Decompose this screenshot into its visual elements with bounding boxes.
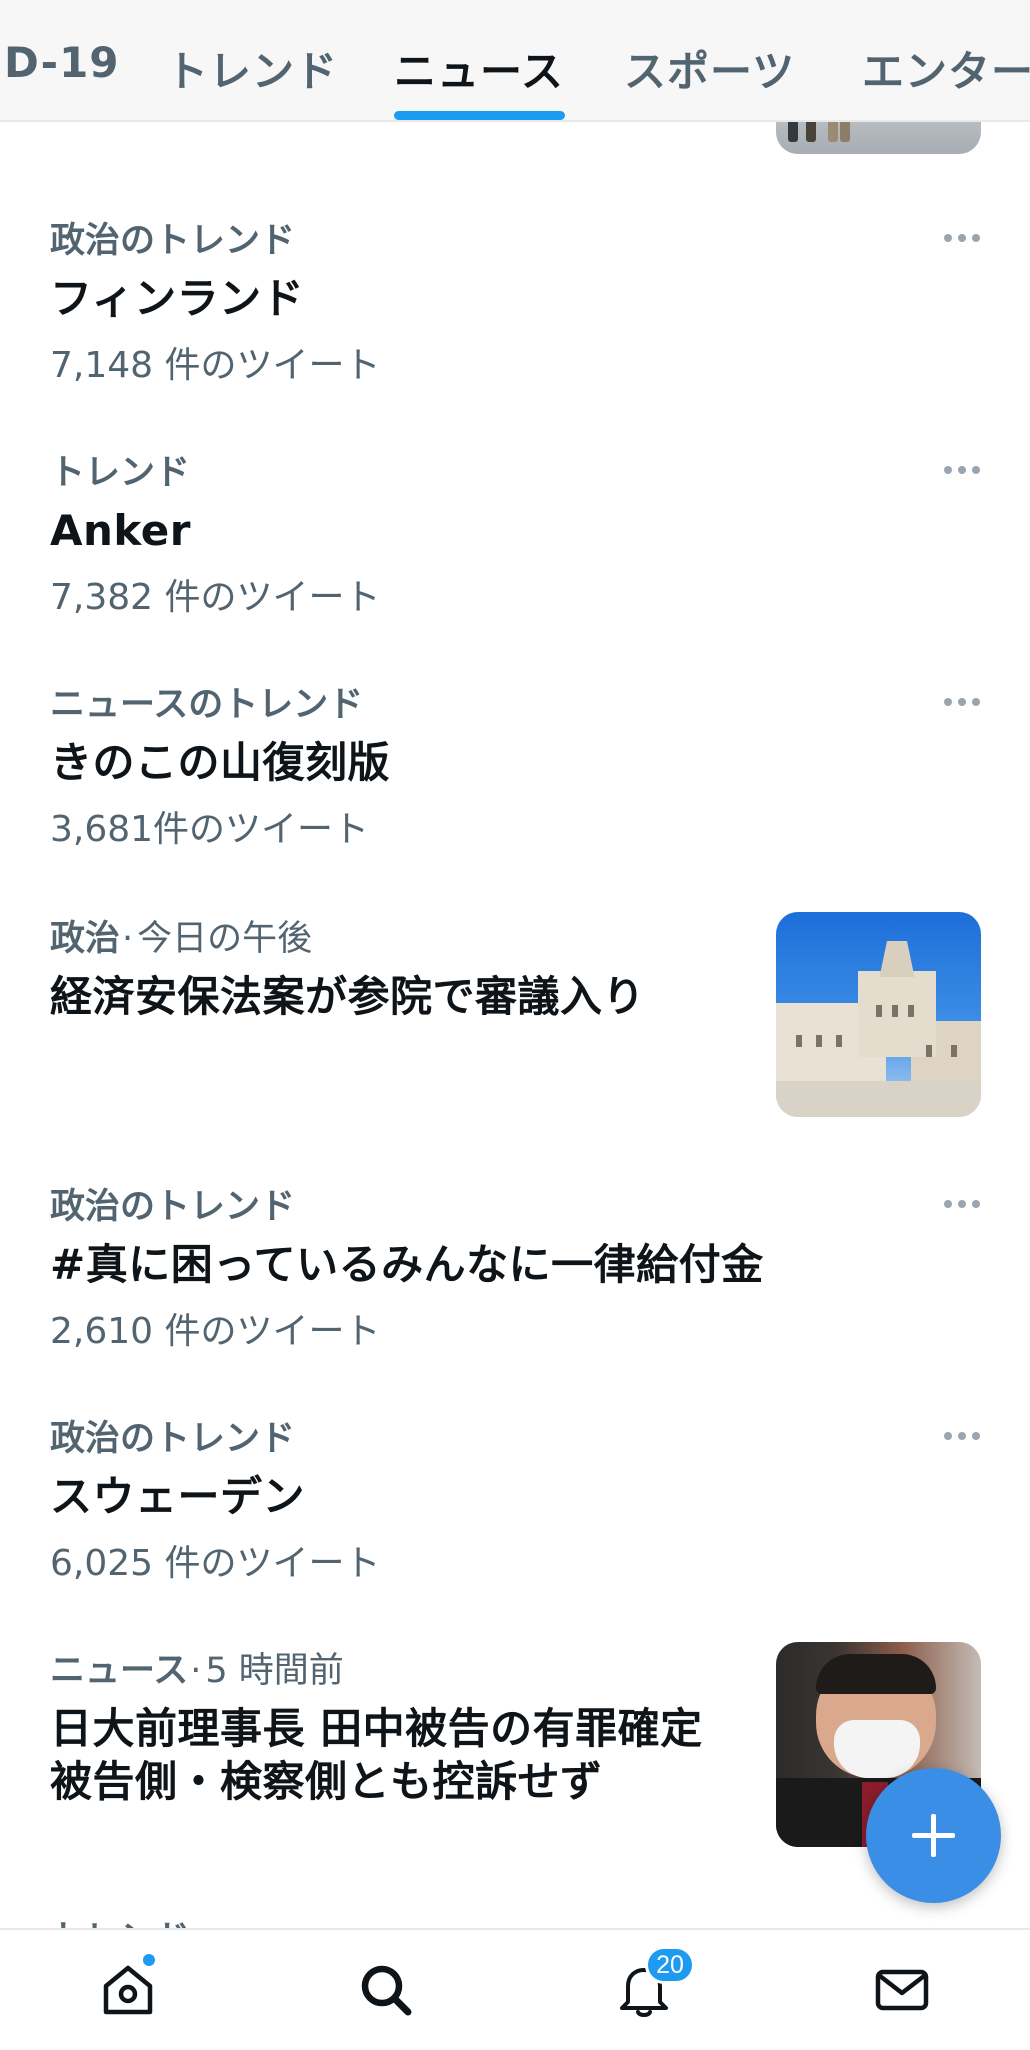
trend-category: トレンド — [50, 453, 191, 493]
tweet-count: 6,025 件のツイート — [50, 1542, 381, 1584]
notifications-badge: 20 — [645, 1946, 695, 1984]
more-options-icon[interactable] — [944, 1430, 980, 1442]
trend-title: Anker — [50, 506, 191, 555]
trend-item[interactable]: ニュースのトレンド きのこの山復刻版 3,681件のツイート — [50, 676, 390, 852]
news-item[interactable]: 政治· 今日の午後 経済安保法案が参院で審議入り — [50, 910, 750, 1024]
search-tab[interactable] — [356, 1960, 416, 2020]
tweet-count: 2,610 件のツイート — [50, 1310, 381, 1352]
trend-item[interactable]: トレンド Anker 7,382 件のツイート — [50, 444, 381, 620]
trend-item[interactable]: 政治のトレンド #真に困っているみんなに一律給付金 2,610 件のツイート — [50, 1178, 764, 1354]
trend-title: フィンランド — [50, 274, 305, 323]
home-tab[interactable] — [98, 1960, 158, 2020]
bottom-navigation: 20 — [0, 1928, 1030, 2050]
trend-category: 政治のトレンド — [50, 1187, 296, 1227]
news-meta: 政治· 今日の午後 — [50, 919, 313, 959]
news-meta: ニュース· 5 時間前 — [50, 1651, 344, 1691]
trend-title: きのこの山復刻版 — [50, 738, 391, 787]
diet-building-photo[interactable] — [776, 912, 981, 1117]
trend-title: #真に困っているみんなに一律給付金 — [50, 1240, 764, 1289]
tab-entertainment[interactable]: エンター — [862, 38, 1030, 99]
search-icon — [361, 1965, 412, 2016]
trend-category: 政治のトレンド — [50, 221, 296, 261]
trend-item[interactable]: 政治のトレンド フィンランド 7,148 件のツイート — [50, 212, 381, 388]
home-unread-dot — [143, 1954, 155, 1966]
messages-tab[interactable] — [872, 1960, 932, 2020]
mail-icon — [875, 1969, 929, 2011]
tab-covid-19[interactable]: D-19 — [4, 38, 120, 87]
news-headline: 日大前理事長 田中被告の有罪確定 被告側・検察側とも控訴せず — [50, 1703, 750, 1808]
trend-category: 政治のトレンド — [50, 1419, 296, 1459]
tab-news[interactable]: ニュース — [394, 38, 564, 99]
trend-item[interactable]: 政治のトレンド スウェーデン 6,025 件のツイート — [50, 1410, 381, 1586]
tweet-count: 7,148 件のツイート — [50, 344, 381, 386]
tweet-count: 7,382 件のツイート — [50, 576, 381, 618]
trend-title: スウェーデン — [50, 1472, 306, 1521]
tab-trends[interactable]: トレンド — [166, 38, 338, 99]
more-options-icon[interactable] — [944, 1198, 980, 1210]
news-item[interactable]: ニュース· 5 時間前 日大前理事長 田中被告の有罪確定 被告側・検察側とも控訴せ… — [50, 1642, 750, 1808]
more-options-icon[interactable] — [944, 232, 980, 244]
more-options-icon[interactable] — [944, 464, 980, 476]
tab-sports[interactable]: スポーツ — [624, 38, 795, 99]
more-options-icon[interactable] — [944, 696, 980, 708]
news-headline-line-2: 被告側・検察側とも控訴せず — [50, 1756, 603, 1806]
tweet-count: 3,681件のツイート — [50, 808, 370, 850]
compose-tweet-button[interactable] — [866, 1768, 1001, 1903]
news-headline-line-1: 日大前理事長 田中被告の有罪確定 — [50, 1704, 703, 1753]
home-icon — [103, 1965, 153, 2015]
trend-category: ニュースのトレンド — [50, 685, 364, 725]
top-tab-bar: D-19 トレンド ニュース スポーツ エンター — [0, 0, 1030, 122]
news-headline: 経済安保法案が参院で審議入り — [50, 972, 646, 1021]
active-tab-indicator — [394, 111, 565, 120]
